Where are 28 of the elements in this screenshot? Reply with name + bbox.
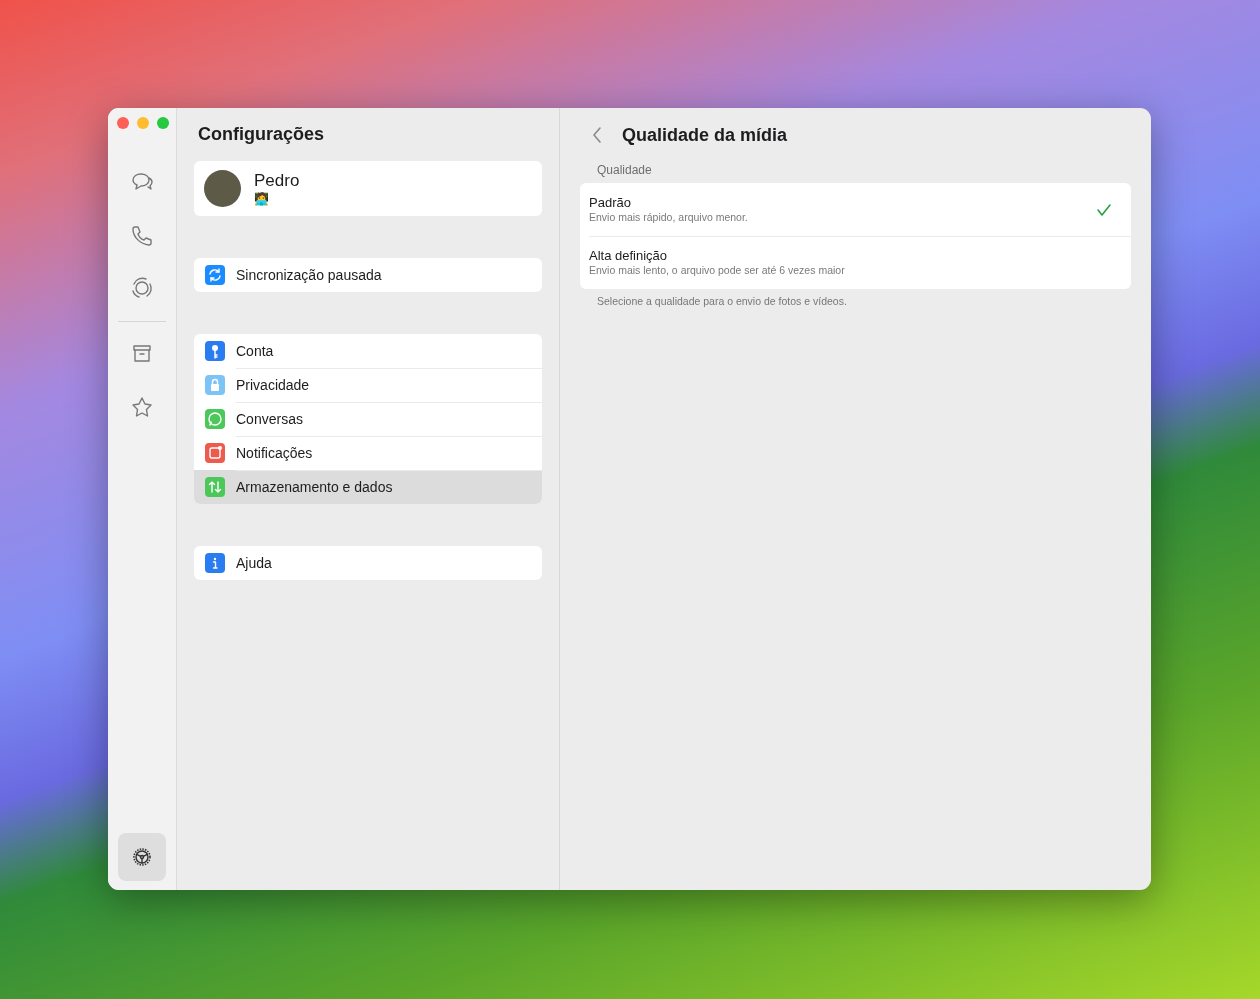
option-description: Envio mais rápido, arquivo menor. xyxy=(589,211,749,224)
settings-item[interactable]: Conta xyxy=(194,334,542,368)
settings-item[interactable]: Conversas xyxy=(194,402,542,436)
quality-option[interactable]: Padrão Envio mais rápido, arquivo menor. xyxy=(580,183,1131,236)
settings-item[interactable]: Armazenamento e dados xyxy=(194,470,542,504)
profile-card[interactable]: Pedro 🧑‍💻 xyxy=(194,161,542,216)
quality-option[interactable]: Alta definição Envio mais lento, o arquivo pode ser até 6 vezes maior xyxy=(580,236,1131,289)
detail-title: Qualidade da mídia xyxy=(622,124,788,146)
profile-status: 🧑‍💻 xyxy=(254,190,270,207)
option-description: Envio mais lento, o arquivo pode ser até 6 vezes maior xyxy=(589,264,846,277)
back-icon[interactable] xyxy=(592,127,602,143)
avatar xyxy=(204,170,241,207)
settings-item[interactable]: Privacidade xyxy=(194,368,542,402)
panel-title: Configurações xyxy=(197,124,326,145)
settings-tab[interactable] xyxy=(118,833,166,881)
zoom-button[interactable] xyxy=(157,117,169,129)
status-icon xyxy=(129,276,155,300)
close-button[interactable] xyxy=(117,117,129,129)
section-header: Qualidade xyxy=(596,162,653,179)
minimize-button[interactable] xyxy=(137,117,149,129)
settings-item[interactable]: Notificações xyxy=(194,436,542,470)
option-title: Alta definição xyxy=(589,248,669,264)
profile-name: Pedro xyxy=(254,170,300,191)
section-footer: Selecione a qualidade para o envio de fotos e vídeos. xyxy=(580,289,1131,307)
settings-item[interactable]: Ajuda xyxy=(194,546,542,580)
settings-item[interactable]: Sincronização pausada xyxy=(194,258,542,292)
option-title: Padrão xyxy=(589,195,632,211)
phone-icon xyxy=(129,223,155,247)
